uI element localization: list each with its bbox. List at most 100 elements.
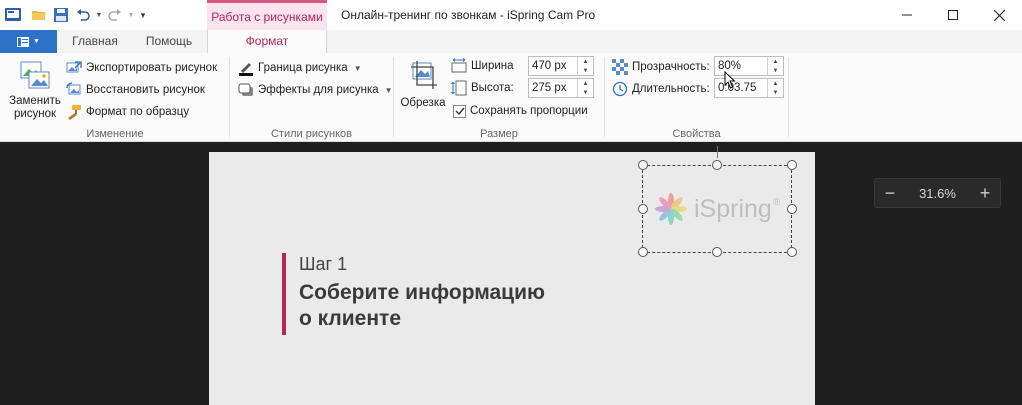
picture-border-icon <box>238 60 254 76</box>
file-menu-button[interactable]: ▼ <box>0 30 57 53</box>
duration-down-icon[interactable]: ▼ <box>768 88 783 97</box>
open-folder-icon[interactable] <box>28 4 50 26</box>
keep-ratio-row: Сохранять пропорции <box>453 101 588 121</box>
transparency-up-icon[interactable]: ▲ <box>768 57 783 66</box>
restore-picture-icon <box>66 82 82 98</box>
zoom-in-button[interactable]: + <box>978 183 992 204</box>
group-label-properties: Свойства <box>672 128 721 140</box>
quick-access-toolbar: ▼ ▼ ▾ <box>0 0 150 30</box>
mouse-cursor-icon <box>724 71 736 89</box>
group-label-size: Размер <box>480 128 518 140</box>
chevron-down-icon: ▼ <box>33 38 40 45</box>
width-label-row: Ширина <box>451 56 514 76</box>
customize-toolbar-icon[interactable]: ▾ <box>136 4 150 26</box>
tab-home[interactable]: Главная <box>63 30 127 53</box>
picture-border-button[interactable]: Граница рисунка ▼ <box>238 58 362 78</box>
picture-effects-icon <box>238 82 254 98</box>
format-painter-icon <box>66 104 82 120</box>
crop-button[interactable]: Обрезка <box>398 59 448 110</box>
chevron-down-icon: ▼ <box>384 85 393 95</box>
duration-up-icon[interactable]: ▲ <box>768 79 783 88</box>
height-field[interactable] <box>529 79 577 97</box>
close-button[interactable] <box>976 0 1022 30</box>
save-icon[interactable] <box>50 4 72 26</box>
height-label: Высота: <box>471 82 514 94</box>
tab-format[interactable]: Формат <box>207 30 327 53</box>
replace-label-2: рисунок <box>13 108 57 120</box>
transparency-label: Прозрачность: <box>632 61 710 73</box>
height-down-icon[interactable]: ▼ <box>578 88 593 97</box>
width-field[interactable] <box>529 57 577 75</box>
resize-handle-top-right[interactable] <box>787 160 797 170</box>
resize-handle-left[interactable] <box>638 204 648 214</box>
maximize-button[interactable] <box>930 0 976 30</box>
picture-border-label: Граница рисунка <box>258 62 348 74</box>
tab-help[interactable]: Помощь <box>135 30 203 53</box>
height-spinner: ▲▼ <box>528 78 594 98</box>
undo-dropdown-icon[interactable]: ▼ <box>94 4 104 26</box>
title-bar: ▼ ▼ ▾ Работа с рисунками Онлайн-тренинг … <box>0 0 1022 30</box>
resize-handle-bottom-right[interactable] <box>787 247 797 257</box>
restore-picture-label: Восстановить рисунок <box>86 84 205 96</box>
export-picture-icon <box>66 60 82 76</box>
resize-handle-right[interactable] <box>787 204 797 214</box>
app-icon[interactable] <box>4 6 22 24</box>
replace-label-1: Заменить <box>9 95 61 107</box>
width-up-icon[interactable]: ▲ <box>578 57 593 66</box>
restore-picture-button[interactable]: Восстановить рисунок <box>66 80 205 100</box>
slide-heading[interactable]: Соберите информацию о клиенте <box>299 280 599 332</box>
crop-icon <box>411 61 437 89</box>
format-painter-button[interactable]: Формат по образцу <box>66 102 189 122</box>
window-controls <box>884 0 1022 30</box>
format-painter-label: Формат по образцу <box>86 106 190 118</box>
group-picture-styles: Граница рисунка ▼ Эффекты для рисунка ▼ … <box>230 53 393 142</box>
height-icon <box>451 80 467 96</box>
ribbon-tabs: ▼ Главная Помощь Формат <box>0 30 1022 53</box>
redo-icon[interactable] <box>104 4 126 26</box>
width-down-icon[interactable]: ▼ <box>578 66 593 75</box>
resize-handle-top[interactable] <box>712 160 722 170</box>
undo-icon[interactable] <box>72 4 94 26</box>
selection-box[interactable] <box>642 165 792 253</box>
zoom-level: 31.6% <box>919 185 956 201</box>
group-change: Заменить рисунок Экспортировать рисунок … <box>0 53 230 142</box>
step-label[interactable]: Шаг 1 <box>299 254 347 275</box>
zoom-out-button[interactable]: − <box>883 183 897 204</box>
slide-heading-line-2: о клиенте <box>299 307 402 330</box>
keep-ratio-checkbox[interactable] <box>453 104 466 118</box>
height-up-icon[interactable]: ▲ <box>578 79 593 88</box>
export-picture-button[interactable]: Экспортировать рисунок <box>66 58 217 78</box>
picture-effects-button[interactable]: Эффекты для рисунка ▼ <box>238 80 393 100</box>
slide[interactable]: Шаг 1 Соберите информацию о клиенте iSpr… <box>209 146 815 405</box>
group-label-change: Изменение <box>86 128 144 140</box>
rotation-stem <box>717 146 718 158</box>
replace-picture-button[interactable]: Заменить рисунок <box>6 59 64 121</box>
transparency-field[interactable] <box>715 57 767 75</box>
width-label: Ширина <box>471 60 514 72</box>
duration-label-row: Длительность: <box>612 79 710 99</box>
replace-picture-icon <box>20 61 50 89</box>
transparency-down-icon[interactable]: ▼ <box>768 66 783 75</box>
redo-dropdown-icon[interactable]: ▼ <box>126 4 136 26</box>
height-label-row: Высота: <box>451 78 514 98</box>
duration-field[interactable] <box>715 79 767 97</box>
zoom-control: − 31.6% + <box>874 178 1001 208</box>
accent-bar <box>282 253 286 335</box>
group-label-styles: Стили рисунков <box>271 128 352 140</box>
keep-ratio-label[interactable]: Сохранять пропорции <box>470 105 588 117</box>
file-menu-icon <box>17 36 30 47</box>
minimize-button[interactable] <box>884 0 930 30</box>
resize-handle-bottom[interactable] <box>712 247 722 257</box>
duration-label: Длительность: <box>632 83 710 95</box>
width-spinner: ▲▼ <box>528 56 594 76</box>
transparency-label-row: Прозрачность: <box>612 57 710 77</box>
resize-handle-bottom-left[interactable] <box>638 247 648 257</box>
window-title: Онлайн-тренинг по звонкам - iSpring Cam … <box>341 8 596 22</box>
resize-handle-top-left[interactable] <box>638 160 648 170</box>
width-icon <box>451 58 467 74</box>
context-tab-title: Работа с рисунками <box>207 0 327 30</box>
canvas-area[interactable]: Шаг 1 Соберите информацию о клиенте iSpr… <box>0 142 1022 405</box>
group-properties: Прозрачность: ▲▼ Длительность: ▲▼ Свойст… <box>605 53 788 142</box>
clock-icon <box>612 81 628 97</box>
crop-label: Обрезка <box>400 97 446 109</box>
